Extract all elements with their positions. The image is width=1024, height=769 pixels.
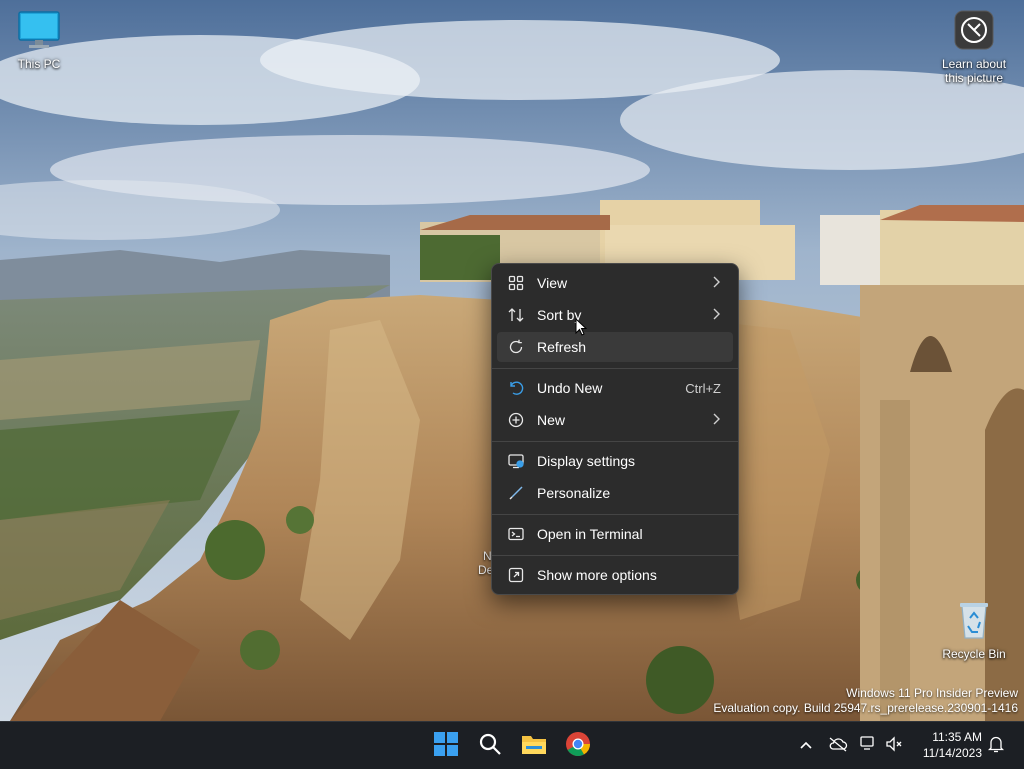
menu-item-new[interactable]: New bbox=[497, 405, 733, 435]
taskbar: 11:35 AM 11/14/2023 bbox=[0, 721, 1024, 769]
chrome-button[interactable] bbox=[560, 728, 596, 764]
desktop-icon-this-pc[interactable]: This PC bbox=[3, 10, 75, 71]
menu-item-shortcut: Ctrl+Z bbox=[685, 380, 721, 396]
display-settings-icon bbox=[507, 452, 525, 470]
menu-item-view[interactable]: View bbox=[497, 268, 733, 298]
menu-separator bbox=[492, 441, 738, 442]
chevron-right-icon bbox=[711, 308, 721, 323]
evaluation-watermark: Windows 11 Pro Insider Preview Evaluatio… bbox=[713, 686, 1018, 716]
start-icon bbox=[434, 731, 458, 761]
volume-button[interactable] bbox=[884, 735, 904, 757]
menu-item-label: Personalize bbox=[537, 485, 611, 501]
search-button[interactable] bbox=[472, 728, 508, 764]
desktop-icon-label: Recycle Bin bbox=[942, 647, 1006, 661]
menu-item-label: View bbox=[537, 275, 568, 291]
show-hidden-icons-button[interactable] bbox=[796, 736, 816, 756]
terminal-icon bbox=[507, 525, 525, 543]
menu-item-label: Open in Terminal bbox=[537, 526, 643, 542]
bell-icon bbox=[987, 735, 1005, 758]
grid-icon bbox=[507, 274, 525, 292]
menu-item-label: New bbox=[537, 412, 566, 428]
notifications-button[interactable] bbox=[986, 736, 1006, 756]
menu-separator bbox=[492, 368, 738, 369]
desktop-context-menu: View Sort by Refresh Undo New Ctrl+Z New… bbox=[491, 263, 739, 595]
menu-separator bbox=[492, 555, 738, 556]
network-status-button[interactable] bbox=[860, 735, 880, 757]
undo-icon bbox=[507, 379, 525, 397]
camera-icon bbox=[938, 10, 1010, 53]
monitor-icon bbox=[3, 10, 75, 53]
menu-item-label: Sort by bbox=[537, 307, 582, 323]
file-explorer-button[interactable] bbox=[516, 728, 552, 764]
desktop-icon-recycle-bin[interactable]: Recycle Bin bbox=[938, 598, 1010, 661]
chevron-right-icon bbox=[711, 276, 721, 291]
clock-time: 11:35 AM bbox=[932, 730, 982, 744]
watermark-line-1: Windows 11 Pro Insider Preview bbox=[846, 686, 1018, 700]
sort-icon bbox=[507, 306, 525, 324]
chevron-up-icon bbox=[799, 737, 813, 755]
file-explorer-icon bbox=[521, 733, 547, 760]
cloud-offline-icon bbox=[828, 736, 848, 757]
recycle-bin-icon bbox=[938, 598, 1010, 643]
desktop-icon-label: This PC bbox=[17, 57, 61, 71]
more-options-icon bbox=[507, 566, 525, 584]
menu-item-sort-by[interactable]: Sort by bbox=[497, 300, 733, 330]
speaker-muted-icon bbox=[885, 735, 903, 757]
desktop-icon-label: Learn about this picture bbox=[941, 57, 1007, 85]
menu-item-personalize[interactable]: Personalize bbox=[497, 478, 733, 508]
menu-item-undo-new[interactable]: Undo New Ctrl+Z bbox=[497, 373, 733, 403]
mouse-cursor-icon bbox=[575, 317, 588, 341]
menu-item-label: Undo New bbox=[537, 380, 603, 396]
menu-item-label: Show more options bbox=[537, 567, 657, 583]
new-icon bbox=[507, 411, 525, 429]
refresh-icon bbox=[507, 338, 525, 356]
menu-item-open-in-terminal[interactable]: Open in Terminal bbox=[497, 519, 733, 549]
menu-item-refresh[interactable]: Refresh bbox=[497, 332, 733, 362]
onedrive-status-button[interactable] bbox=[828, 736, 848, 756]
menu-item-show-more-options[interactable]: Show more options bbox=[497, 560, 733, 590]
brush-icon bbox=[507, 484, 525, 502]
menu-item-label: Display settings bbox=[537, 453, 636, 469]
menu-separator bbox=[492, 514, 738, 515]
taskbar-clock[interactable]: 11:35 AM 11/14/2023 bbox=[923, 729, 982, 761]
menu-item-label: Refresh bbox=[537, 339, 587, 355]
chrome-icon bbox=[565, 731, 591, 762]
watermark-line-2: Evaluation copy. Build 25947.rs_prerelea… bbox=[713, 701, 1018, 715]
search-icon bbox=[478, 732, 502, 761]
menu-item-display-settings[interactable]: Display settings bbox=[497, 446, 733, 476]
start-button[interactable] bbox=[428, 728, 464, 764]
chevron-right-icon bbox=[711, 413, 721, 428]
desktop-icon-learn-about-picture[interactable]: Learn about this picture bbox=[938, 10, 1010, 85]
clock-date: 11/14/2023 bbox=[922, 746, 982, 760]
network-disconnected-icon bbox=[860, 735, 880, 757]
